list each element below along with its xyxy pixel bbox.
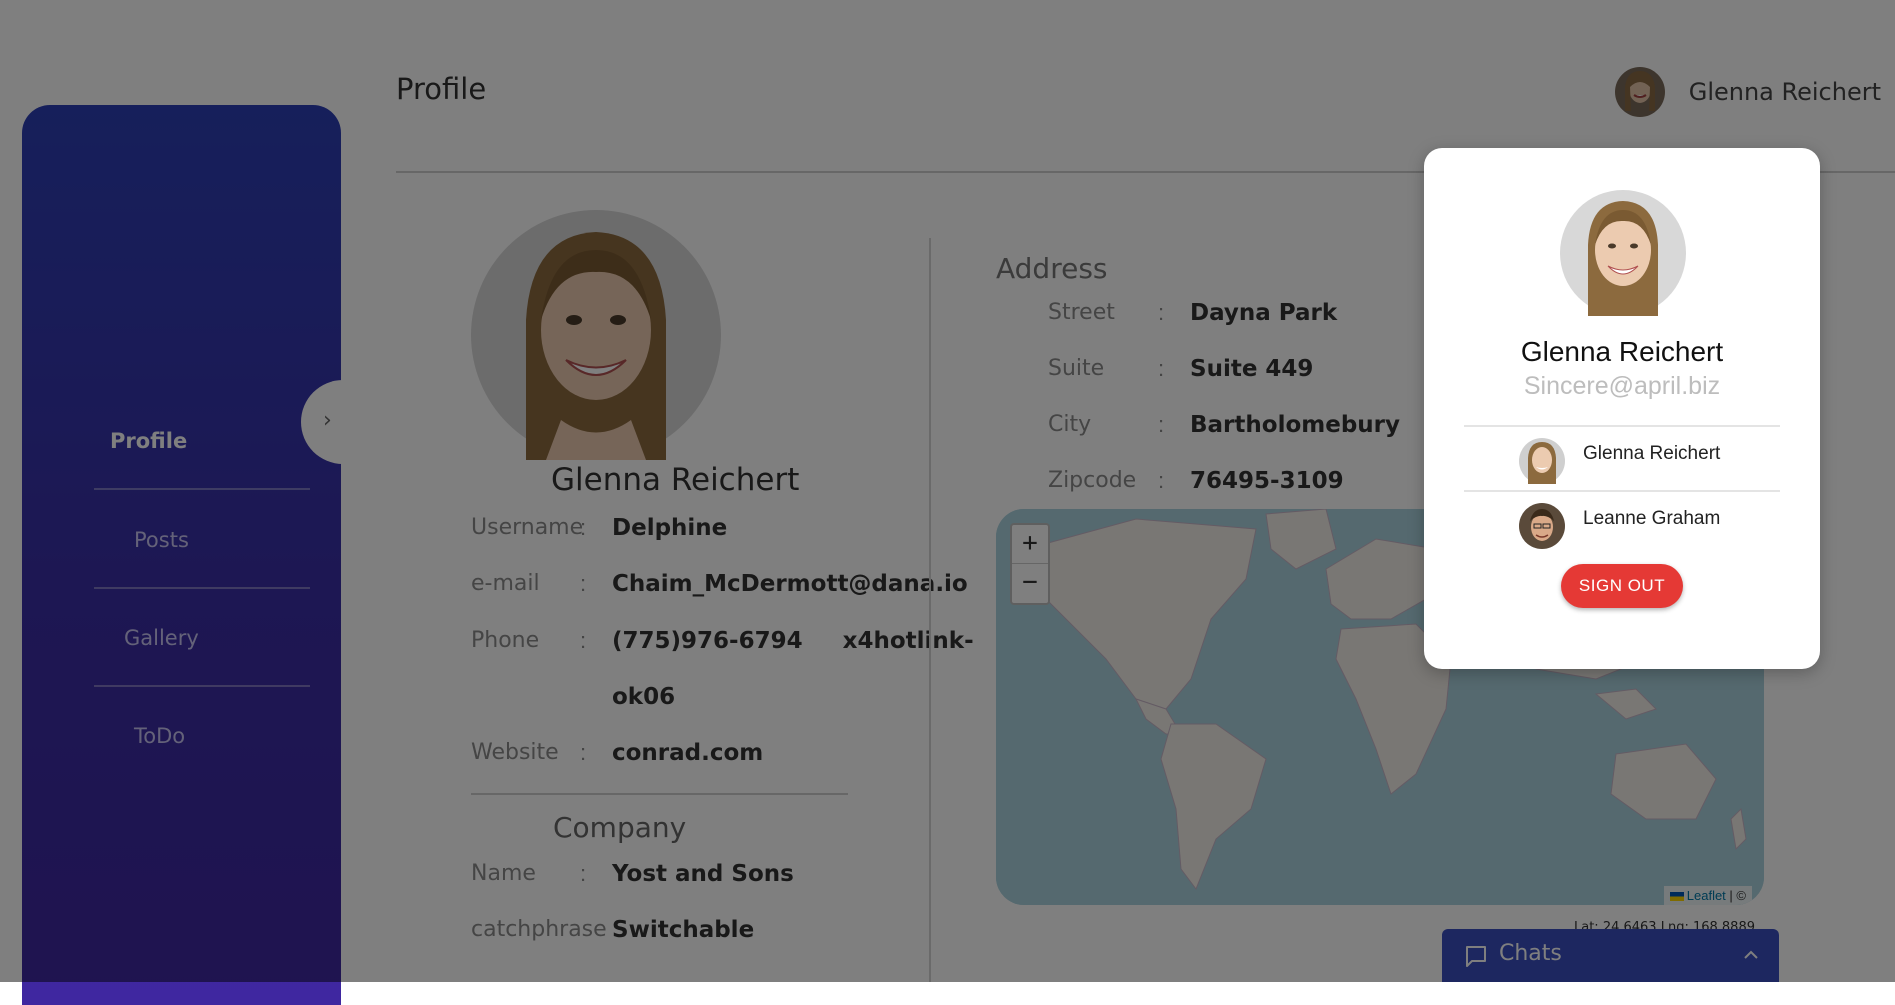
avatar	[1519, 503, 1565, 549]
popup-user-email: Sincere@april.biz	[1523, 372, 1721, 400]
popup-user-name: Glenna Reichert	[1520, 336, 1724, 367]
popup-divider	[1464, 425, 1780, 427]
account-item[interactable]: Leanne Graham	[1519, 503, 1720, 549]
account-name: Leanne Graham	[1583, 508, 1721, 529]
avatar	[1519, 438, 1565, 484]
app-root: › Profile Posts Gallery ToDo Profile Gle…	[0, 0, 1895, 1005]
sign-out-button[interactable]: SIGN OUT	[1561, 564, 1683, 608]
popup-avatar	[1560, 190, 1686, 316]
account-popup: Glenna Reichert Sincere@april.biz Glenna…	[1424, 148, 1820, 669]
account-item[interactable]: Glenna Reichert	[1519, 438, 1720, 484]
account-name: Glenna Reichert	[1583, 443, 1721, 464]
popup-divider	[1464, 490, 1780, 492]
